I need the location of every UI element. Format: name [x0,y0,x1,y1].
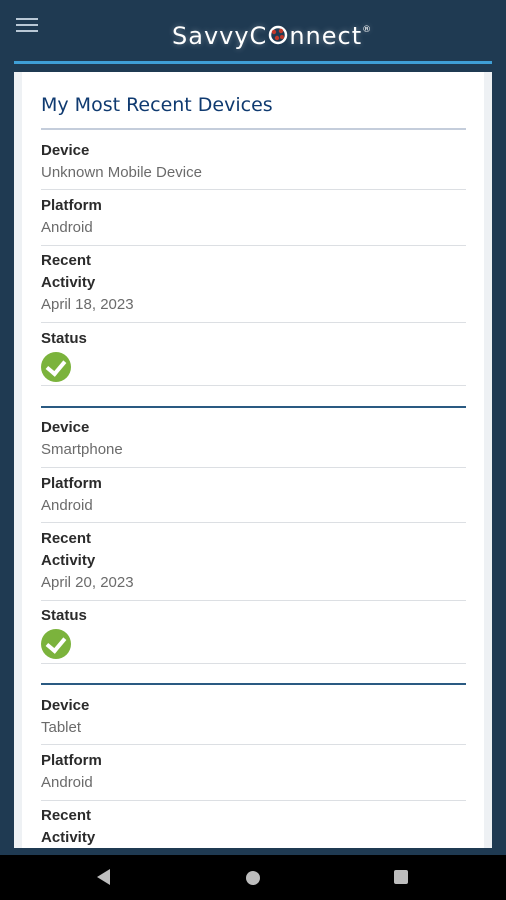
row-divider [41,663,466,664]
row-divider [41,744,466,745]
row-divider [41,189,466,190]
recent-activity-label-line2: Activity [41,552,96,569]
row-divider [41,385,466,386]
platform-field: Platform Android [41,750,466,794]
device-value: Smartphone [41,441,123,458]
check-circle-icon [41,629,71,659]
hamburger-menu-icon[interactable] [16,18,38,36]
status-field: Status [41,328,466,382]
row-divider [41,600,466,601]
device-value: Unknown Mobile Device [41,164,202,181]
title-divider [41,128,466,130]
row-divider [41,800,466,801]
app-header: SavvyC nnect® [0,0,506,60]
status-label: Status [41,330,87,347]
back-triangle-icon[interactable] [97,869,110,885]
device-field: Device Unknown Mobile Device [41,140,466,184]
platform-label: Platform [41,197,102,214]
recent-activity-value: April 18, 2023 [41,296,134,313]
device-field: Device Tablet [41,695,466,739]
device-value: Tablet [41,719,82,736]
recent-activity-label-line1: Recent [41,530,92,547]
recent-activity-field: Recent Activity April 20, 2023 [41,528,466,594]
row-divider [41,245,466,246]
platform-field: Platform Android [41,473,466,517]
platform-value: Android [41,774,93,791]
row-divider [41,467,466,468]
device-group-divider [41,406,466,408]
savvyconnect-logo: SavvyC nnect® [172,14,373,50]
system-navigation-bar [0,855,506,900]
status-label: Status [41,607,87,624]
check-circle-icon [41,352,71,382]
recent-activity-label-line1: Recent [41,807,92,824]
device-label: Device [41,419,90,436]
page-title: My Most Recent Devices [41,94,273,116]
recent-activity-value: April 20, 2023 [41,574,134,591]
row-divider [41,322,466,323]
recent-activity-label-line2: Activity [41,829,96,846]
recent-square-icon[interactable] [394,870,408,884]
recent-activity-field: Recent Activity [41,805,466,848]
platform-label: Platform [41,475,102,492]
recent-devices-card: My Most Recent Devices Device Unknown Mo… [22,72,484,848]
logo-right-text: nnect [289,22,363,50]
platform-label: Platform [41,752,102,769]
logo-left-text: SavvyC [172,22,268,50]
device-field: Device Smartphone [41,417,466,461]
recent-activity-label-line2: Activity [41,274,96,291]
home-circle-icon[interactable] [246,871,260,885]
recent-activity-field: Recent Activity April 18, 2023 [41,250,466,316]
platform-field: Platform Android [41,195,466,239]
status-field: Status [41,605,466,659]
recent-activity-label-line1: Recent [41,252,92,269]
registered-mark: ® [362,25,373,35]
header-accent-line [14,61,492,64]
platform-value: Android [41,497,93,514]
device-label: Device [41,142,90,159]
device-label: Device [41,697,90,714]
platform-value: Android [41,219,93,236]
row-divider [41,522,466,523]
logo-network-icon [267,22,289,45]
device-group-divider [41,683,466,685]
